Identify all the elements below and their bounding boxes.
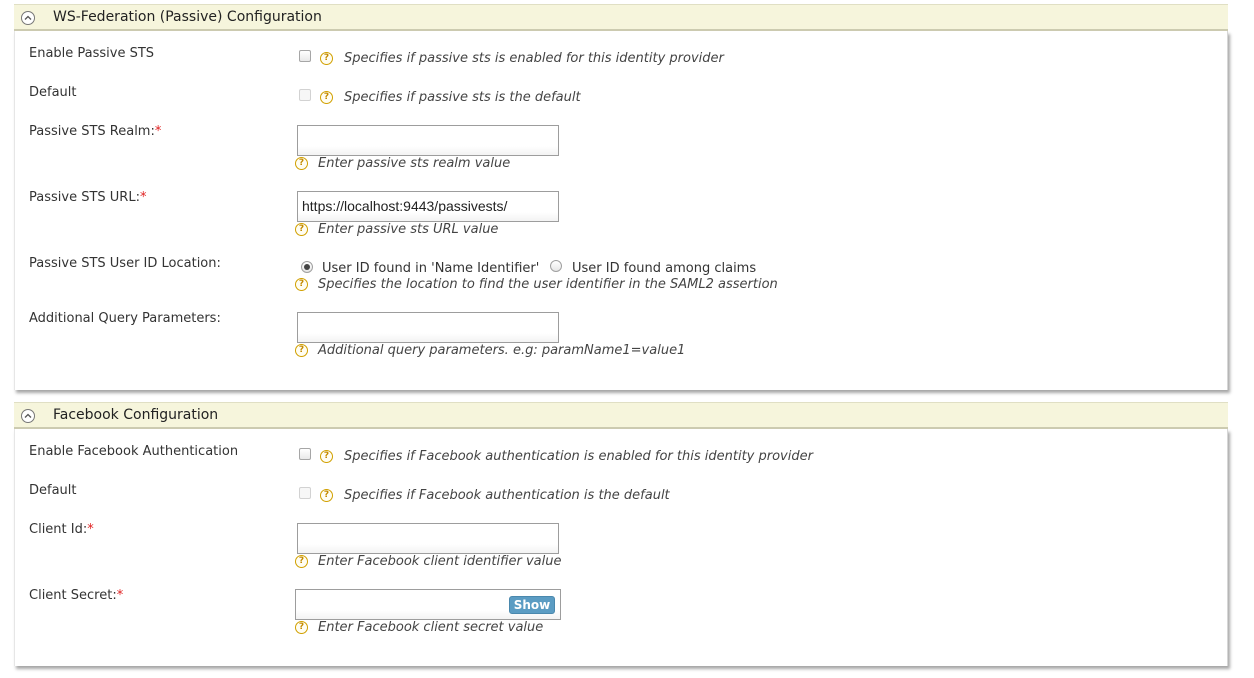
enable-facebook-auth-checkbox[interactable]	[299, 448, 311, 460]
client-secret-help: Enter Facebook client secret value	[318, 620, 544, 635]
help-icon: ?	[295, 223, 308, 236]
help-icon: ?	[295, 555, 308, 568]
default-label: Default	[29, 85, 77, 100]
wsfed-header[interactable]: WS-Federation (Passive) Configuration	[14, 4, 1228, 31]
client-secret-label: Client Secret:*	[29, 588, 124, 603]
required-marker: *	[139, 190, 147, 205]
collapse-icon[interactable]	[21, 409, 35, 423]
enable-passive-sts-label: Enable Passive STS	[29, 46, 155, 61]
default-help: Specifies if Facebook authentication is …	[344, 488, 670, 503]
help-icon: ?	[320, 450, 333, 463]
help-icon: ?	[320, 91, 333, 104]
default-label: Default	[29, 483, 77, 498]
enable-passive-sts-help: Specifies if passive sts is enabled for …	[344, 51, 724, 66]
additional-query-parameters-help: Additional query parameters. e.g: paramN…	[318, 343, 686, 358]
passive-sts-realm-label: Passive STS Realm:*	[29, 124, 162, 139]
required-marker: *	[87, 522, 94, 537]
user-id-claims-radio[interactable]	[550, 260, 562, 272]
additional-query-parameters-label: Additional Query Parameters:	[29, 311, 221, 326]
show-secret-button[interactable]: Show	[509, 596, 555, 614]
client-secret-input[interactable]: Show	[295, 589, 561, 620]
section-title: WS-Federation (Passive) Configuration	[53, 9, 322, 25]
passive-sts-url-label: Passive STS URL:*	[29, 190, 147, 205]
passive-sts-url-input[interactable]: https://localhost:9443/passivests/	[297, 191, 559, 222]
help-icon: ?	[295, 344, 308, 357]
default-help: Specifies if passive sts is the default	[344, 90, 581, 105]
default-checkbox	[299, 89, 311, 101]
additional-query-parameters-input[interactable]	[297, 312, 559, 343]
collapse-icon[interactable]	[21, 11, 35, 25]
default-checkbox	[299, 487, 311, 499]
user-id-location-label: Passive STS User ID Location:	[29, 256, 221, 271]
help-icon: ?	[295, 278, 308, 291]
client-id-label: Client Id:*	[29, 522, 94, 537]
facebook-panel: Enable Facebook Authentication ? Specifi…	[14, 429, 1228, 666]
passive-sts-url-help: Enter passive sts URL value	[318, 222, 499, 237]
passive-sts-realm-help: Enter passive sts realm value	[318, 156, 511, 171]
required-marker: *	[116, 588, 124, 603]
facebook-header[interactable]: Facebook Configuration	[14, 402, 1228, 429]
enable-passive-sts-checkbox[interactable]	[299, 50, 311, 62]
passive-sts-realm-input[interactable]	[297, 125, 559, 156]
user-id-location-help: Specifies the location to find the user …	[318, 277, 778, 292]
help-icon: ?	[295, 157, 308, 170]
enable-facebook-auth-label: Enable Facebook Authentication	[29, 444, 239, 459]
user-id-name-identifier-radio[interactable]	[301, 261, 313, 273]
help-icon: ?	[320, 52, 333, 65]
required-marker: *	[154, 124, 162, 139]
section-title: Facebook Configuration	[53, 407, 219, 423]
help-icon: ?	[295, 621, 308, 634]
user-id-claims-label[interactable]: User ID found among claims	[572, 261, 756, 276]
client-id-input[interactable]	[297, 523, 559, 554]
enable-facebook-auth-help: Specifies if Facebook authentication is …	[344, 449, 813, 464]
user-id-name-identifier-label[interactable]: User ID found in 'Name Identifier'	[322, 261, 539, 276]
client-id-help: Enter Facebook client identifier value	[318, 554, 562, 569]
wsfed-panel: Enable Passive STS ? Specifies if passiv…	[14, 31, 1228, 390]
help-icon: ?	[320, 489, 333, 502]
